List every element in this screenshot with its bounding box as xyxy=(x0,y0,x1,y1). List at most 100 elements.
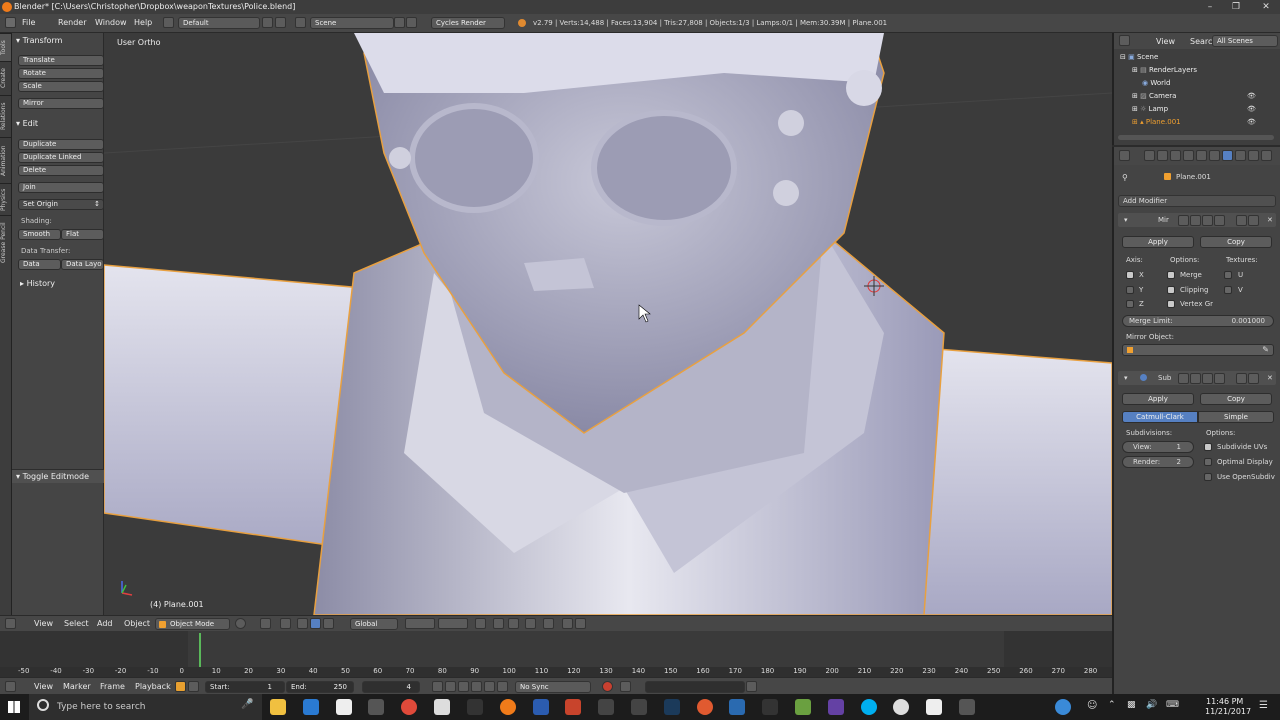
render-toggle-icon[interactable] xyxy=(1178,373,1189,384)
scene-select[interactable]: Scene xyxy=(310,17,394,29)
scene-icon[interactable] xyxy=(295,17,306,28)
edge-browser-icon[interactable] xyxy=(303,699,319,715)
remove-layout-icon[interactable] xyxy=(275,17,286,28)
add-scene-icon[interactable] xyxy=(394,17,405,28)
menu-file[interactable]: File xyxy=(22,18,35,27)
outliner-view-menu[interactable]: View xyxy=(1156,37,1175,46)
clock-time[interactable]: 11:46 PM xyxy=(1206,697,1243,706)
move-down-icon[interactable] xyxy=(1248,373,1259,384)
scale-manipulator-icon[interactable] xyxy=(323,618,334,629)
minecraft-icon[interactable] xyxy=(795,699,811,715)
app-icon-3[interactable] xyxy=(631,699,647,715)
mirror-object-field[interactable]: ✎ xyxy=(1122,344,1274,356)
world-tab-icon[interactable] xyxy=(1183,150,1194,161)
tab-create[interactable]: Create xyxy=(0,61,11,95)
render-toggle-icon[interactable] xyxy=(1178,215,1189,226)
pivot-icon[interactable] xyxy=(260,618,271,629)
join-button[interactable]: Join xyxy=(18,182,104,193)
powerpoint-icon[interactable] xyxy=(565,699,581,715)
render-preview-icon[interactable] xyxy=(543,618,554,629)
help-icon[interactable] xyxy=(1055,699,1071,715)
play-reverse-icon[interactable] xyxy=(458,681,469,692)
3d-viewport[interactable]: User Ortho (4) Plane.001 xyxy=(104,33,1112,615)
subdivide-uvs-checkbox[interactable] xyxy=(1204,443,1212,451)
outliner-scrollbar[interactable] xyxy=(1118,135,1274,140)
collapse-icon[interactable]: ▾ xyxy=(1124,374,1128,382)
ime-icon[interactable]: ⌨ xyxy=(1166,700,1179,710)
layers-icon[interactable] xyxy=(405,618,435,629)
keyboard-app-icon[interactable] xyxy=(598,699,614,715)
editmode-toggle-icon[interactable] xyxy=(1202,373,1213,384)
visibility-eye-icon[interactable]: 👁 xyxy=(1247,92,1256,100)
opengl-render-icon[interactable] xyxy=(562,618,573,629)
modifiers-tab-icon[interactable] xyxy=(1222,150,1233,161)
view-toggle-icon[interactable] xyxy=(1190,215,1201,226)
menu-marker[interactable]: Marker xyxy=(63,682,91,691)
editor-type-icon[interactable] xyxy=(5,681,16,692)
insert-keyframe-icon[interactable] xyxy=(746,681,757,692)
tab-tools[interactable]: Tools xyxy=(0,33,11,61)
render-levels-field[interactable]: Render: 2 xyxy=(1122,456,1194,468)
add-modifier-dropdown[interactable]: Add Modifier xyxy=(1118,195,1276,207)
close-button[interactable]: ✕ xyxy=(1252,0,1280,14)
tab-animation[interactable]: Animation xyxy=(0,137,11,183)
outliner-item-lamp[interactable]: ⊞ ☼ Lamp xyxy=(1132,105,1168,113)
mirror-apply-button[interactable]: Apply xyxy=(1122,236,1194,248)
axis-y-checkbox[interactable] xyxy=(1126,286,1134,294)
subsurf-apply-button[interactable]: Apply xyxy=(1122,393,1194,405)
eyedropper-icon[interactable]: ✎ xyxy=(1262,345,1269,354)
volume-icon[interactable]: 🔊 xyxy=(1146,700,1157,710)
visibility-eye-icon[interactable]: 👁 xyxy=(1247,105,1256,113)
snap-element-icon[interactable] xyxy=(525,618,536,629)
texture-v-checkbox[interactable] xyxy=(1224,286,1232,294)
render-tab-icon[interactable] xyxy=(1144,150,1155,161)
cage-toggle-icon[interactable] xyxy=(1214,373,1225,384)
next-keyframe-icon[interactable] xyxy=(484,681,495,692)
tab-grease-pencil[interactable]: Grease Pencil xyxy=(0,215,11,269)
menu-view[interactable]: View xyxy=(34,619,53,628)
merge-limit-field[interactable]: Merge Limit: 0.001000 xyxy=(1122,315,1274,327)
network-icon[interactable]: ▩ xyxy=(1127,700,1136,710)
merge-checkbox[interactable] xyxy=(1167,271,1175,279)
move-up-icon[interactable] xyxy=(1236,373,1247,384)
file-explorer-icon[interactable] xyxy=(270,699,286,715)
jump-end-icon[interactable] xyxy=(497,681,508,692)
steam-icon[interactable] xyxy=(664,699,680,715)
translate-manipulator-icon[interactable] xyxy=(297,618,308,629)
data-button[interactable]: Data xyxy=(18,259,61,270)
tab-relations[interactable]: Relations xyxy=(0,95,11,137)
app-icon-7[interactable] xyxy=(893,699,909,715)
subsurf-modifier-name[interactable]: Sub xyxy=(1158,374,1171,382)
layout-icon[interactable] xyxy=(163,17,174,28)
catmull-clark-button[interactable]: Catmull-Clark xyxy=(1122,411,1198,423)
taskbar-search-box[interactable]: Type here to search 🎤 xyxy=(29,694,262,720)
texture-tab-icon[interactable] xyxy=(1261,150,1272,161)
menu-select[interactable]: Select xyxy=(64,619,89,628)
app-icon[interactable] xyxy=(368,699,384,715)
optimal-display-checkbox[interactable] xyxy=(1204,458,1212,466)
minimize-button[interactable]: – xyxy=(1196,0,1224,14)
axis-z-checkbox[interactable] xyxy=(1126,300,1134,308)
editmode-toggle-icon[interactable] xyxy=(1202,215,1213,226)
outliner-item-camera[interactable]: ⊞ ▨ Camera xyxy=(1132,92,1176,100)
constraints-tab-icon[interactable] xyxy=(1209,150,1220,161)
app-icon-4[interactable] xyxy=(697,699,713,715)
add-layout-icon[interactable] xyxy=(262,17,273,28)
render-engine-select[interactable]: Cycles Render xyxy=(431,17,505,29)
data-layout-button[interactable]: Data Layo xyxy=(61,259,104,270)
skype-icon[interactable] xyxy=(861,699,877,715)
twitch-icon[interactable] xyxy=(828,699,844,715)
notifications-icon[interactable]: ☰ xyxy=(1259,700,1268,711)
start-frame-field[interactable]: Start: 1 xyxy=(205,681,285,693)
mirror-modifier-name[interactable]: Mir xyxy=(1158,216,1169,224)
use-opensubdiv-checkbox[interactable] xyxy=(1204,473,1212,481)
delete-button[interactable]: Delete xyxy=(18,165,104,176)
mirror-button[interactable]: Mirror xyxy=(18,98,104,109)
move-up-icon[interactable] xyxy=(1236,215,1247,226)
texture-u-checkbox[interactable] xyxy=(1224,271,1232,279)
layers-icon-2[interactable] xyxy=(438,618,468,629)
axis-x-checkbox[interactable] xyxy=(1126,271,1134,279)
subsurf-copy-button[interactable]: Copy xyxy=(1200,393,1272,405)
current-frame-field[interactable]: 4 xyxy=(362,681,420,693)
snap-target-icon[interactable] xyxy=(508,618,519,629)
